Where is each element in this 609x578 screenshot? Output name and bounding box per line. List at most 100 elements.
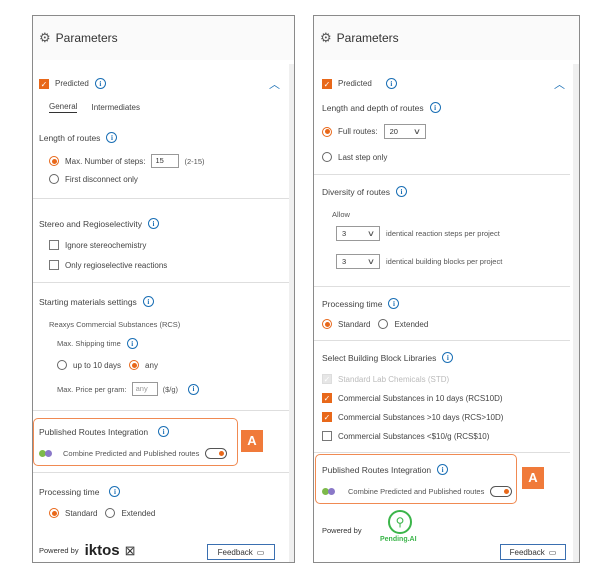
standard-radio[interactable] [322,319,332,329]
info-icon[interactable]: i [109,486,121,497]
library-label: Commercial Substances in 10 days (RCS10D… [338,393,503,403]
ignore-stereo-checkbox[interactable] [49,240,59,250]
only-regio-checkbox[interactable] [49,260,59,270]
building-blocks-value: 3 [342,257,347,266]
building-blocks-row: 3 ∨ identical building blocks per projec… [336,254,502,269]
starting-title: Starting materials settings [39,296,137,307]
chat-bubble-icon: ▭ [548,547,557,557]
libraries-section-title: Select Building Block Libraries i [322,352,454,363]
callout-badge: A [522,467,544,489]
max-price-unit: ($/g) [162,384,179,394]
predicted-checkbox[interactable]: ✓ [322,78,332,89]
libraries-title: Select Building Block Libraries [322,352,437,363]
info-icon[interactable]: i [385,78,397,89]
predicted-label: Predicted [55,79,89,88]
last-step-label: Last step only [338,152,388,162]
shipping-row: Max. Shipping time i [57,338,138,349]
library-checkbox[interactable]: ✓ [322,412,332,422]
library-checkbox: ✓ [322,374,332,384]
library-label: Standard Lab Chemicals (STD) [338,374,450,384]
allow-label: Allow [332,210,350,219]
predicted-checkbox[interactable]: ✓ [39,78,49,89]
reaction-steps-value: 3 [342,229,347,238]
parameters-body: ✓ Predicted i ︿ General Intermediates Le… [33,64,289,562]
stereo-section-title: Stereo and Regioselectivity i [39,218,160,229]
extended-radio[interactable] [105,508,116,518]
info-icon[interactable]: i [388,298,400,309]
building-blocks-select[interactable]: 3 ∨ [336,254,380,269]
reaction-steps-label: identical reaction steps per project [386,229,500,238]
reaction-steps-row: 3 ∨ identical reaction steps per project [336,226,500,241]
divider [314,340,570,341]
only-regio-option: Only regioselective reactions [49,260,167,270]
length-depth-title: Length and depth of routes [322,102,424,113]
chevron-down-icon: ∨ [366,229,376,238]
library-checkbox[interactable] [322,431,332,441]
parameters-header: ⚙ Parameters [314,16,579,60]
upto10-label: up to 10 days [73,360,122,370]
processing-title: Processing time [322,298,383,309]
parameters-header: ⚙ Parameters [33,16,294,60]
feedback-button[interactable]: Feedback ▭ [207,544,275,560]
processing-options: Standard Extended [322,319,428,329]
parameters-title: Parameters [336,31,399,45]
length-depth-section-title: Length and depth of routes i [322,102,441,113]
ignore-stereo-option: Ignore stereochemistry [49,240,146,250]
pending-ai-logo-icon: ⚲ [388,510,412,534]
full-routes-value: 20 [389,127,398,136]
info-icon[interactable]: i [142,296,154,307]
left-parameters-panel: ⚙ Parameters ✓ Predicted i ︿ General Int… [32,15,295,563]
extended-radio[interactable] [378,319,389,329]
first-disconnect-label: First disconnect only [65,174,138,184]
feedback-button[interactable]: Feedback ▭ [500,544,566,560]
tab-general[interactable]: General [49,102,78,113]
info-icon[interactable]: i [94,78,106,89]
collapse-chevron-icon[interactable]: ︿ [554,76,565,92]
standard-radio[interactable] [49,508,59,518]
collapse-chevron-icon[interactable]: ︿ [269,76,280,92]
reaxys-label: Reaxys Commercial Substances (RCS) [49,320,181,329]
full-routes-radio[interactable] [322,126,332,137]
library-label: Commercial Substances >10 days (RCS>10D) [338,412,504,422]
chevron-down-icon: ∨ [412,127,421,136]
callout-frame [33,418,238,466]
info-icon[interactable]: i [429,102,441,113]
info-icon[interactable]: i [188,383,200,395]
upto10-radio[interactable] [57,360,67,370]
last-step-radio[interactable] [322,152,332,162]
gear-icon: ⚙ [320,30,332,45]
info-icon[interactable]: i [442,352,454,363]
library-item: ✓ Commercial Substances >10 days (RCS>10… [322,412,503,422]
divider [33,282,289,283]
processing-section-title: Processing time i [39,486,121,497]
info-icon[interactable]: i [396,186,408,197]
powered-by-label: Powered by [39,546,79,555]
first-disconnect-radio[interactable] [49,174,59,184]
feedback-label: Feedback [509,547,545,557]
full-routes-select[interactable]: 20 ∨ [383,124,426,139]
max-steps-radio[interactable] [49,156,59,166]
chat-bubble-icon: ▭ [256,547,265,557]
info-icon[interactable]: i [148,218,160,229]
parameters-title: Parameters [55,31,118,45]
max-steps-input[interactable]: 15 [151,154,180,168]
diversity-section-title: Diversity of routes i [322,186,408,197]
max-price-label: Max. Price per gram: [57,384,127,394]
reaction-steps-select[interactable]: 3 ∨ [336,226,380,241]
full-routes-option: Full routes: 20 ∨ [322,124,426,139]
any-radio[interactable] [129,360,140,370]
predicted-row: ✓ Predicted i [322,78,397,89]
length-title: Length of routes [39,132,101,143]
scrollbar[interactable] [573,64,579,562]
max-price-input[interactable]: any [131,382,158,396]
divider [33,472,289,473]
library-item: ✓ Commercial Substances in 10 days (RCS1… [322,393,503,403]
extended-label: Extended [121,508,156,518]
info-icon[interactable]: i [126,338,138,349]
max-steps-label: Max. Number of steps: [65,156,146,166]
info-icon[interactable]: i [106,132,118,143]
tab-intermediates[interactable]: Intermediates [91,103,139,112]
divider [314,174,570,175]
processing-title: Processing time [39,486,100,497]
library-checkbox[interactable]: ✓ [322,393,332,403]
